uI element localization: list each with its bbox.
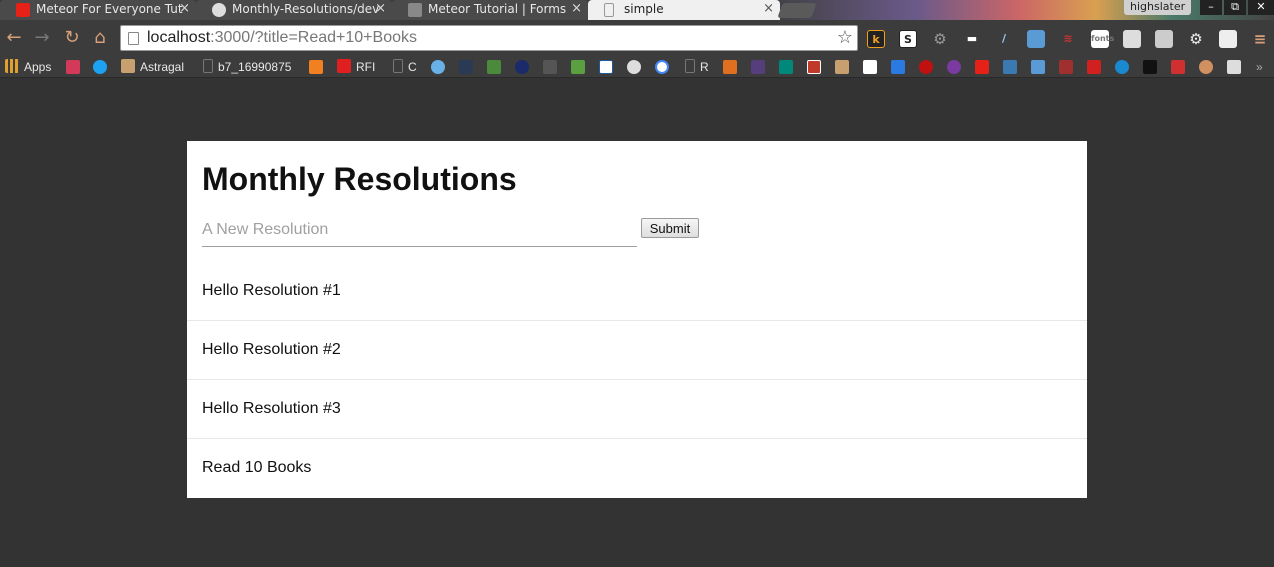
list-item[interactable]: Hello Resolution #2 bbox=[187, 321, 1087, 380]
tab-simple[interactable]: simple × bbox=[588, 0, 780, 20]
resolution-list: Hello Resolution #1 Hello Resolution #2 … bbox=[187, 262, 1087, 498]
tab-title: simple bbox=[624, 2, 664, 16]
s-extension-icon[interactable]: S bbox=[899, 30, 917, 48]
youtube-icon bbox=[16, 3, 30, 17]
restore-button[interactable]: ⧉ bbox=[1224, 0, 1246, 15]
bookmarks-bar: Apps Astragal b7_16990875 RFI C R » bbox=[0, 56, 1274, 78]
dot-icon[interactable] bbox=[919, 60, 933, 74]
close-tab-icon[interactable]: × bbox=[179, 0, 190, 18]
html5-icon[interactable] bbox=[571, 60, 585, 74]
stripes-extension-icon[interactable]: ≋ bbox=[1059, 30, 1077, 48]
github-icon bbox=[212, 3, 226, 17]
pen-extension-icon[interactable]: / bbox=[995, 30, 1013, 48]
close-tab-icon[interactable]: × bbox=[375, 0, 386, 18]
gear-extension-icon[interactable]: ⚙ bbox=[931, 30, 949, 48]
forward-button[interactable]: → bbox=[32, 28, 52, 48]
twitter-icon[interactable] bbox=[93, 60, 107, 74]
bookmark-c[interactable]: C bbox=[393, 58, 417, 76]
s-icon[interactable] bbox=[807, 60, 821, 74]
page-extension-icon[interactable] bbox=[1155, 30, 1173, 48]
bootstrap-icon[interactable] bbox=[751, 60, 765, 74]
link-icon[interactable] bbox=[431, 60, 445, 74]
k-extension-icon[interactable]: k bbox=[867, 30, 885, 48]
shield-icon[interactable] bbox=[1171, 60, 1185, 74]
tab-title: Monthly-Resolutions/dev bbox=[232, 2, 380, 16]
url-text[interactable]: localhost:3000/?title=Read+10+Books bbox=[147, 29, 417, 47]
resolutions-card: Monthly Resolutions Submit Hello Resolut… bbox=[187, 141, 1087, 498]
back-button[interactable]: ← bbox=[4, 28, 24, 48]
m-icon[interactable] bbox=[1143, 60, 1157, 74]
settings-extension-icon[interactable]: ⚙ bbox=[1187, 30, 1205, 48]
bing-icon[interactable] bbox=[779, 60, 793, 74]
address-bar[interactable]: localhost:3000/?title=Read+10+Books ☆ bbox=[120, 25, 858, 51]
tab-meteor-tutorial[interactable]: Meteor Tutorial | Forms × bbox=[392, 0, 588, 20]
meteor-icon bbox=[408, 3, 422, 17]
tab-title: Meteor Tutorial | Forms bbox=[428, 2, 567, 16]
w3schools-icon[interactable] bbox=[599, 60, 613, 74]
camera-icon[interactable] bbox=[1031, 60, 1045, 74]
lastpass-icon[interactable] bbox=[66, 60, 80, 74]
new-tab-button[interactable] bbox=[777, 3, 817, 18]
list-item[interactable]: Hello Resolution #3 bbox=[187, 380, 1087, 439]
page-icon bbox=[604, 3, 614, 17]
astragal-icon bbox=[121, 59, 135, 73]
puzzle-icon[interactable] bbox=[863, 60, 877, 74]
github-icon[interactable] bbox=[627, 60, 641, 74]
emblem-icon[interactable] bbox=[515, 60, 529, 74]
android-icon[interactable] bbox=[487, 60, 501, 74]
chart-icon[interactable] bbox=[309, 60, 323, 74]
close-window-button[interactable]: ✕ bbox=[1248, 0, 1274, 15]
bookmark-icon[interactable] bbox=[459, 60, 473, 74]
page-icon bbox=[203, 59, 213, 73]
bookmark-star-icon[interactable]: ☆ bbox=[837, 27, 853, 48]
avatar-icon[interactable] bbox=[835, 60, 849, 74]
printer-extension-icon[interactable]: ▬ bbox=[963, 30, 981, 48]
cookie-icon[interactable] bbox=[1199, 60, 1213, 74]
apps-grid-icon bbox=[5, 59, 19, 73]
more-bookmarks-icon[interactable]: » bbox=[1256, 58, 1263, 76]
frame-icon[interactable] bbox=[1059, 60, 1073, 74]
cube-icon[interactable] bbox=[543, 60, 557, 74]
bookmark-b7[interactable]: b7_16990875 bbox=[203, 58, 291, 76]
power-icon[interactable] bbox=[1115, 60, 1129, 74]
page-title: Monthly Resolutions bbox=[202, 161, 517, 197]
u-icon[interactable] bbox=[723, 60, 737, 74]
peace-icon[interactable] bbox=[947, 60, 961, 74]
list-item[interactable]: Hello Resolution #1 bbox=[187, 262, 1087, 321]
page-icon bbox=[685, 59, 695, 73]
new-resolution-input[interactable] bbox=[202, 213, 637, 247]
arrow-icon[interactable] bbox=[891, 60, 905, 74]
feather-icon[interactable] bbox=[1003, 60, 1017, 74]
page-icon bbox=[128, 32, 139, 45]
close-tab-icon[interactable]: × bbox=[763, 0, 774, 18]
ca-icon[interactable] bbox=[1087, 60, 1101, 74]
fonts-extension-icon[interactable]: fonts bbox=[1091, 30, 1114, 48]
profile-button[interactable]: highslater bbox=[1124, 0, 1192, 15]
list-item[interactable]: Read 10 Books bbox=[187, 439, 1087, 498]
close-tab-icon[interactable]: × bbox=[571, 0, 582, 18]
bookmark-r[interactable]: R bbox=[685, 58, 709, 76]
o-icon[interactable] bbox=[1227, 60, 1241, 74]
tab-github[interactable]: Monthly-Resolutions/dev × bbox=[196, 0, 392, 20]
owl-extension-icon[interactable] bbox=[1219, 30, 1237, 48]
submit-button[interactable]: Submit bbox=[641, 218, 699, 238]
grid-extension-icon[interactable] bbox=[1123, 30, 1141, 48]
youtube-icon[interactable] bbox=[975, 60, 989, 74]
menu-icon[interactable]: ≡ bbox=[1251, 30, 1269, 48]
tab-title: Meteor For Everyone Tut bbox=[36, 2, 183, 16]
bookmark-apps[interactable]: Apps bbox=[5, 58, 51, 76]
home-button[interactable]: ⌂ bbox=[90, 28, 110, 48]
bookmark-astragal[interactable]: Astragal bbox=[121, 58, 184, 76]
minimize-button[interactable]: – bbox=[1200, 0, 1222, 15]
bookmark-rfi[interactable]: RFI bbox=[337, 58, 375, 76]
tab-youtube[interactable]: Meteor For Everyone Tut × bbox=[0, 0, 196, 20]
reload-button[interactable]: ↻ bbox=[62, 28, 82, 48]
tab-strip: Meteor For Everyone Tut × Monthly-Resolu… bbox=[0, 0, 1274, 20]
page-icon bbox=[393, 59, 403, 73]
camera-extension-icon[interactable] bbox=[1027, 30, 1045, 48]
google-icon[interactable] bbox=[655, 60, 669, 74]
browser-toolbar: ← → ↻ ⌂ localhost:3000/?title=Read+10+Bo… bbox=[0, 20, 1274, 56]
rfi-icon bbox=[337, 59, 351, 73]
